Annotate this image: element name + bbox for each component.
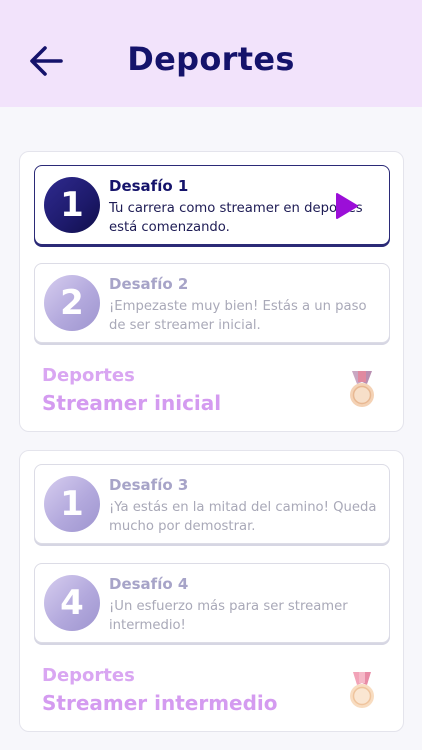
level-category: Deportes bbox=[42, 665, 135, 686]
challenge-number-badge: 1 bbox=[44, 476, 100, 532]
challenge-description: ¡Ya estás en la mitad del camino! Queda … bbox=[109, 500, 377, 534]
challenge-description: ¡Un esfuerzo más para ser streamer inter… bbox=[109, 599, 348, 633]
challenge-card-1[interactable]: 1 Desafío 1 Tu carrera como streamer en … bbox=[34, 165, 390, 245]
page-title: Deportes bbox=[127, 40, 295, 78]
level-name: Streamer inicial bbox=[42, 391, 222, 415]
play-icon[interactable] bbox=[335, 192, 359, 220]
challenge-number-badge: 2 bbox=[44, 275, 100, 331]
bronze-medal-icon bbox=[350, 371, 374, 407]
challenge-title: Desafío 1 bbox=[109, 177, 189, 195]
header-bar: Deportes bbox=[0, 0, 422, 107]
challenge-card-3[interactable]: 1 Desafío 3 ¡Ya estás en la mitad del ca… bbox=[34, 464, 390, 544]
medal-icon bbox=[350, 672, 374, 708]
challenge-title: Desafío 3 bbox=[109, 476, 189, 494]
challenge-title: Desafío 2 bbox=[109, 275, 189, 293]
level-card-streamer-inicial: 1 Desafío 1 Tu carrera como streamer en … bbox=[19, 151, 404, 432]
challenge-number-badge: 4 bbox=[44, 575, 100, 631]
challenge-title: Desafío 4 bbox=[109, 575, 189, 593]
challenge-card-4[interactable]: 4 Desafío 4 ¡Un esfuerzo más para ser st… bbox=[34, 563, 390, 643]
challenge-number-badge: 1 bbox=[44, 177, 100, 233]
level-name: Streamer intermedio bbox=[42, 691, 278, 715]
level-card-streamer-intermedio: 1 Desafío 3 ¡Ya estás en la mitad del ca… bbox=[19, 450, 404, 732]
challenge-card-2[interactable]: 2 Desafío 2 ¡Empezaste muy bien! Estás a… bbox=[34, 263, 390, 343]
level-category: Deportes bbox=[42, 365, 135, 386]
challenge-description: ¡Empezaste muy bien! Estás a un paso de … bbox=[109, 299, 367, 333]
